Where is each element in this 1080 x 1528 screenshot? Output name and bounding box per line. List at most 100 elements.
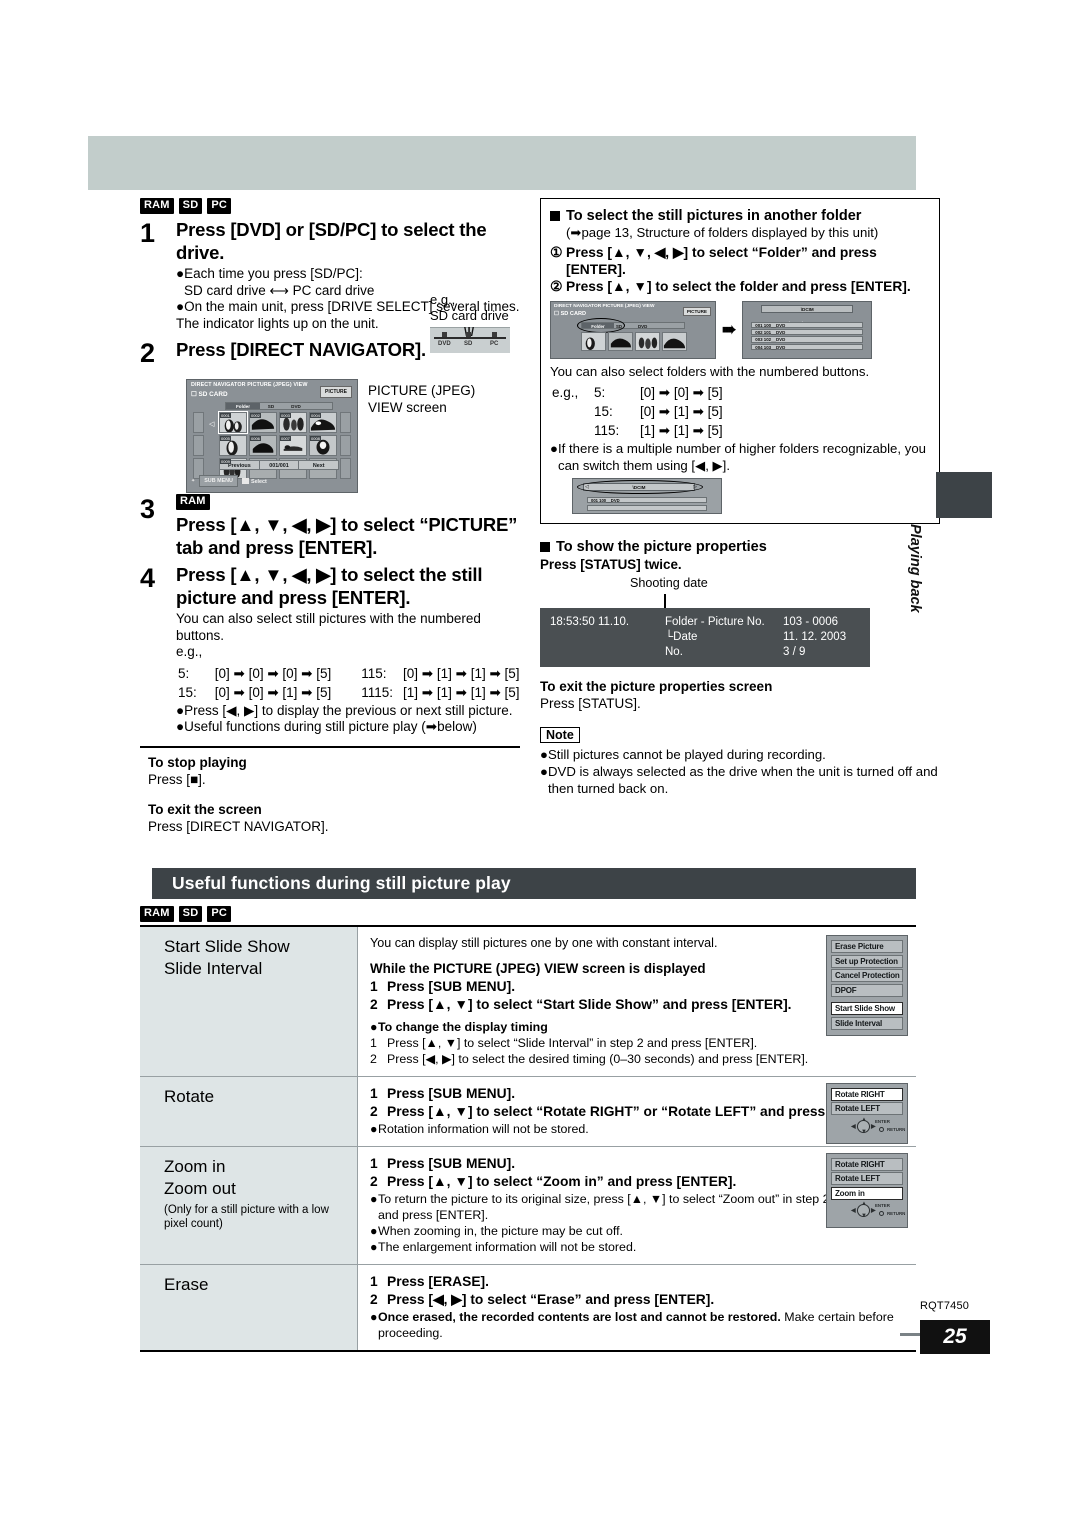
- dn-footer-bar: ✦ SUB MENU Select: [191, 474, 353, 488]
- circled-one-icon: ①: [550, 244, 563, 260]
- zoom-bullet-1: ● To return the picture to its original …: [370, 1191, 830, 1222]
- media-badges-top: RAM SD PC: [140, 198, 520, 214]
- list-item[interactable]: 001 100__DVD: [587, 497, 707, 503]
- properties-exit-heading: To exit the picture properties screen: [540, 678, 773, 694]
- another-folder-heading: To select the still pictures in another …: [550, 207, 930, 225]
- osd-item-dpof[interactable]: DPOF: [831, 983, 903, 997]
- properties-time: 18:53:50 11.10.: [550, 615, 630, 628]
- row-title-zoom: Zoom in Zoom out (Only for a still pictu…: [140, 1146, 358, 1264]
- list-item[interactable]: 004 103__DVD: [751, 343, 864, 351]
- osd-item-start-slide-show[interactable]: Start Slide Show: [831, 1002, 903, 1015]
- list-item[interactable]: 002 101__DVD: [751, 328, 864, 336]
- dn-thumbnail[interactable]: 0003: [279, 412, 307, 433]
- osd-item-rotate-left[interactable]: Rotate LEFT: [831, 1102, 903, 1115]
- osd-item-cancel-protection[interactable]: Cancel Protection: [831, 969, 903, 982]
- folder-screen-after: \DCIM \DCIM\100__DVD 001 100__DVD 002 10…: [742, 300, 873, 359]
- dn-picture-tab[interactable]: PICTURE: [320, 386, 352, 398]
- badge-pc: PC: [207, 906, 232, 922]
- another-folder-item-1: ① Press [▲, ▼, ◀, ▶] to select “Folder” …: [550, 244, 877, 277]
- badge-pc: PC: [207, 198, 232, 214]
- slide-show-sub-2: 2 Press [◀, ▶] to select the desired tim…: [370, 1051, 809, 1066]
- section-banner-title: Useful functions during still picture pl…: [172, 873, 511, 893]
- dn-thumbnail[interactable]: 0002: [249, 412, 277, 433]
- step-3-number: 3: [140, 494, 156, 524]
- dn-pager[interactable]: Previous 001/001 Next: [219, 460, 339, 470]
- dn-tab-row[interactable]: Folder SD DVD: [225, 402, 333, 410]
- another-folder-block: To select the still pictures in another …: [540, 198, 940, 524]
- step-4-bullet-1: ● Press [◀, ▶] to display the previous o…: [176, 702, 513, 718]
- step-4-bullet-2: ● Useful functions during still picture …: [176, 719, 477, 734]
- erase-warning-bold: Once erased, the recorded contents are l…: [378, 1309, 781, 1324]
- properties-press: Press [STATUS] twice.: [540, 557, 682, 572]
- osd-item-rotate-right[interactable]: Rotate RIGHT: [831, 1157, 903, 1171]
- shooting-date-label: Shooting date: [630, 575, 708, 590]
- square-bullet-icon: [550, 211, 560, 221]
- exit-screen-text: Press [DIRECT NAVIGATOR].: [148, 818, 329, 834]
- bullet-dot-icon: ●: [540, 746, 548, 762]
- step-4-number-table: 5: [0] ➡ [0] ➡ [0] ➡ [5] 115: [0] ➡ [1] …: [176, 663, 524, 703]
- osd-menu-zoom[interactable]: Rotate RIGHT Rotate LEFT Zoom in ◀ ▶ ▲ ▼…: [826, 1152, 908, 1228]
- bullet-dot-icon: ●: [176, 719, 185, 734]
- badge-ram-step3: RAM: [176, 494, 210, 510]
- dn-sub-menu-button[interactable]: SUB MENU: [199, 475, 238, 487]
- chevron-left-icon[interactable]: ◁: [585, 484, 589, 490]
- screen-a-picture-tab[interactable]: PICTURE: [682, 306, 711, 316]
- table-row: Zoom in Zoom out (Only for a still pictu…: [140, 1146, 916, 1265]
- arrow-right-icon: ➠: [722, 319, 737, 339]
- bullet-dot-icon: ●: [540, 763, 548, 779]
- bullet-dot-icon: ●: [550, 441, 558, 456]
- osd-item-set-up-protection[interactable]: Set up Protection: [831, 954, 903, 968]
- osd-menu-rotate[interactable]: Rotate RIGHT Rotate LEFT ◀ ▶ ▲ ▼ ENTER R…: [826, 1082, 908, 1144]
- dn-thumbnail[interactable]: 0008: [309, 435, 337, 456]
- step-4: 4 Press [▲, ▼, ◀, ▶] to select the still…: [140, 563, 520, 736]
- dpad-graphic: ◀ ▶ ▲ ▼ ENTER RETURN: [851, 1116, 906, 1135]
- dn-thumbnail[interactable]: 0007: [279, 435, 307, 456]
- folder-list[interactable]: 001 100__DVD 002 101__DVD 003 102__DVD 0…: [751, 321, 864, 352]
- dn-thumbnail[interactable]: 0005: [219, 435, 247, 456]
- higher-folder-switch-figure: \DCIM ◁ ▷ 001 100__DVD: [572, 478, 722, 514]
- chevron-right-icon[interactable]: ▷: [693, 484, 697, 490]
- erase-step-2: 2 Press [◀, ▶] to select “Erase” and pre…: [370, 1291, 715, 1307]
- eg-label: e.g.,: [430, 292, 456, 307]
- dn-next-button[interactable]: Next: [299, 461, 339, 469]
- dn-left-arrow-icon: ◁: [209, 421, 215, 428]
- osd-item-erase-picture[interactable]: Erase Picture: [831, 940, 903, 953]
- dn-thumbnail[interactable]: 0006: [249, 435, 277, 456]
- badge-sd: SD: [178, 198, 203, 214]
- osd-item-slide-interval[interactable]: Slide Interval: [831, 1016, 903, 1030]
- step-3: 3 RAM Press [▲, ▼, ◀, ▶] to select “PICT…: [140, 494, 520, 559]
- dn-thumbnail-grid: 0001 0002 0003 0004 0005 0006 0007 0008 …: [218, 411, 339, 481]
- direct-navigator-screen-mock: DIRECT NAVIGATOR PICTURE (JPEG) VIEW ☐ S…: [186, 379, 358, 493]
- bullet-dot-icon: ●: [176, 266, 185, 281]
- media-badges-section: RAM SD PC: [140, 906, 232, 922]
- table-row: 15: [0] ➡ [1] ➡ [5]: [594, 404, 723, 419]
- dn-tab-dvd[interactable]: DVD: [282, 403, 310, 409]
- osd-item-rotate-right[interactable]: Rotate RIGHT: [831, 1087, 903, 1101]
- dn-tab-sd[interactable]: SD: [260, 403, 282, 409]
- erase-step-1: 1 Press [ERASE].: [370, 1273, 489, 1289]
- bullet-dot-icon: ●: [370, 1309, 378, 1324]
- side-tab-marker: [936, 472, 992, 518]
- osd-menu-slide-show[interactable]: Erase Picture Set up Protection Cancel P…: [826, 935, 908, 1036]
- dn-tab-folder[interactable]: Folder: [226, 403, 260, 409]
- screen-a-thumbnails: [581, 331, 687, 351]
- list-item[interactable]: 003 102__DVD: [751, 336, 864, 343]
- osd-item-zoom-in[interactable]: Zoom in: [831, 1186, 903, 1200]
- folder-screen-before: DIRECT NAVIGATOR PICTURE (JPEG) VIEW ☐ S…: [550, 300, 716, 359]
- properties-row-folder: Folder - Picture No. 103 - 0006: [665, 615, 838, 628]
- slide-show-sub-1: 1 Press [▲, ▼] to select “Slide Interval…: [370, 1035, 758, 1050]
- dn-thumbnail[interactable]: 0001: [218, 411, 248, 434]
- square-bullet-icon: [540, 542, 550, 552]
- list-item[interactable]: [587, 505, 707, 511]
- bullet-dot-icon: ●: [370, 1121, 378, 1136]
- osd-item-rotate-left[interactable]: Rotate LEFT: [831, 1172, 903, 1185]
- step-1-number: 1: [140, 218, 156, 248]
- dn-side-slot: [193, 412, 204, 433]
- dn-thumbnail[interactable]: 0004: [309, 412, 337, 433]
- eg-value: SD card drive: [430, 308, 509, 323]
- screen-a-dvd-tab[interactable]: DVD: [638, 323, 647, 330]
- bullet-dot-icon: ●: [370, 1019, 378, 1034]
- note-bullet-2: ● DVD is always selected as the drive wh…: [540, 763, 938, 796]
- list-item[interactable]: 001 100__DVD: [751, 321, 864, 328]
- bullet-dot-icon: ●: [370, 1191, 378, 1206]
